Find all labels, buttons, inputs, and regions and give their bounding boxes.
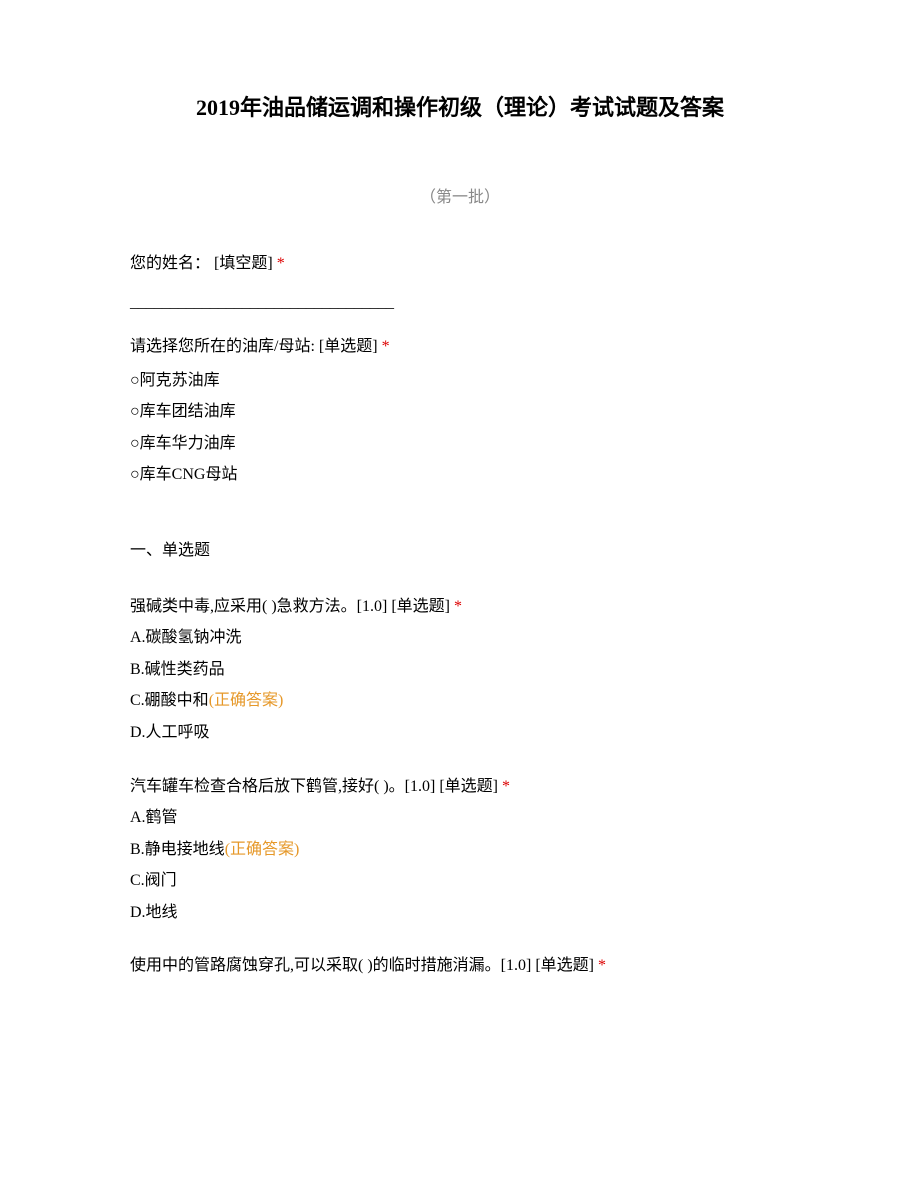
question-body: 使用中的管路腐蚀穿孔,可以采取( )的临时措施消漏。[1.0] [单选题]: [130, 957, 598, 974]
depot-required-mark: *: [382, 338, 390, 355]
document-title: 2019年油品储运调和操作初级（理论）考试试题及答案: [130, 90, 790, 125]
question-text: 汽车罐车检查合格后放下鹤管,接好( )。[1.0] [单选题] *: [130, 774, 790, 800]
question-body: 汽车罐车检查合格后放下鹤管,接好( )。[1.0] [单选题]: [130, 778, 502, 795]
answer-option[interactable]: C.硼酸中和(正确答案): [130, 688, 790, 714]
answer-option[interactable]: B.碱性类药品: [130, 657, 790, 683]
answer-option[interactable]: A.碳酸氢钠冲洗: [130, 625, 790, 651]
question-text: 使用中的管路腐蚀穿孔,可以采取( )的临时措施消漏。[1.0] [单选题] *: [130, 953, 790, 979]
answer-option[interactable]: A.鹤管: [130, 805, 790, 831]
answer-option[interactable]: C.阀门: [130, 868, 790, 894]
radio-marker-icon: ○: [130, 435, 140, 452]
depot-field-label: 请选择您所在的油库/母站: [单选题] *: [130, 334, 790, 360]
answer-option-label: C.硼酸中和: [130, 692, 209, 709]
answer-option[interactable]: B.静电接地线(正确答案): [130, 837, 790, 863]
depot-option[interactable]: ○库车团结油库: [130, 399, 790, 425]
depot-type-tag: [单选题]: [315, 338, 382, 355]
answer-option-label: A.鹤管: [130, 809, 178, 826]
radio-marker-icon: ○: [130, 372, 140, 389]
answer-option-label: B.静电接地线: [130, 841, 225, 858]
answer-option-label: D.人工呼吸: [130, 724, 210, 741]
name-field-label: 您的姓名： [填空题] *: [130, 251, 790, 277]
answer-option-label: D.地线: [130, 904, 178, 921]
name-required-mark: *: [277, 255, 285, 272]
answer-option-label: B.碱性类药品: [130, 661, 225, 678]
answer-option[interactable]: D.地线: [130, 900, 790, 926]
answer-option-label: C.阀门: [130, 872, 177, 889]
name-blank-line[interactable]: _________________________________: [130, 290, 790, 316]
question-required-mark: *: [454, 598, 462, 615]
document-subtitle: （第一批）: [130, 185, 790, 211]
depot-option-label: 库车团结油库: [140, 403, 236, 420]
name-type-tag: [填空题]: [210, 255, 277, 272]
correct-answer-tag: (正确答案): [209, 692, 284, 709]
depot-option-label: 阿克苏油库: [140, 372, 220, 389]
question-text: 强碱类中毒,应采用( )急救方法。[1.0] [单选题] *: [130, 594, 790, 620]
answer-option[interactable]: D.人工呼吸: [130, 720, 790, 746]
radio-marker-icon: ○: [130, 466, 140, 483]
depot-option-label: 库车华力油库: [140, 435, 236, 452]
name-label-text: 您的姓名：: [130, 255, 210, 272]
section-heading: 一、单选题: [130, 538, 790, 564]
question-required-mark: *: [502, 778, 510, 795]
correct-answer-tag: (正确答案): [225, 841, 300, 858]
question-body: 强碱类中毒,应采用( )急救方法。[1.0] [单选题]: [130, 598, 454, 615]
depot-label-text: 请选择您所在的油库/母站:: [130, 338, 315, 355]
depot-option[interactable]: ○库车CNG母站: [130, 462, 790, 488]
depot-option[interactable]: ○阿克苏油库: [130, 368, 790, 394]
depot-option-label: 库车CNG母站: [140, 466, 238, 483]
answer-option-label: A.碳酸氢钠冲洗: [130, 629, 242, 646]
document-page: 2019年油品储运调和操作初级（理论）考试试题及答案 （第一批） 您的姓名： […: [0, 0, 920, 1191]
radio-marker-icon: ○: [130, 403, 140, 420]
question-required-mark: *: [598, 957, 606, 974]
depot-option[interactable]: ○库车华力油库: [130, 431, 790, 457]
